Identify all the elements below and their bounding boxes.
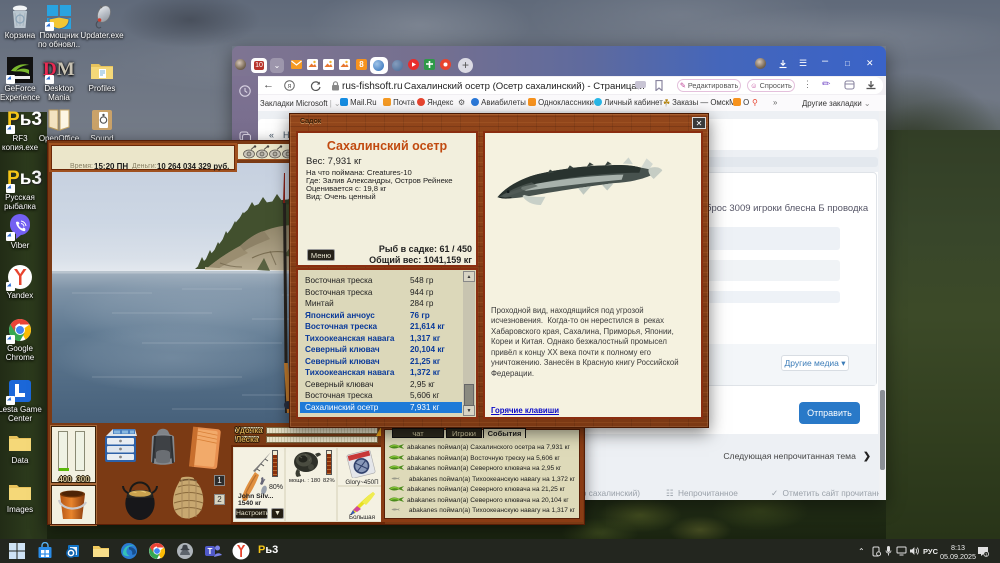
svg-text:я: я: [288, 83, 292, 90]
